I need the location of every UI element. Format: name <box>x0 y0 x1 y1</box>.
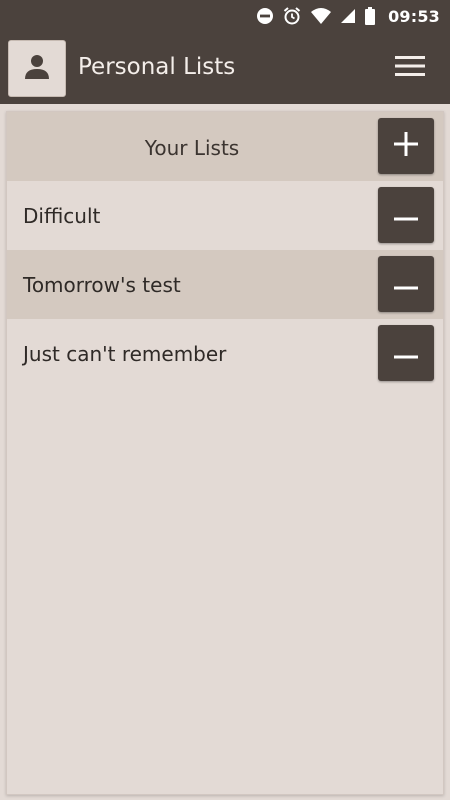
status-time: 09:53 <box>388 6 440 26</box>
list-item-label: Just can't remember <box>23 342 227 366</box>
list-item-label: Tomorrow's test <box>23 273 181 297</box>
remove-list-button[interactable] <box>378 325 434 381</box>
list-item[interactable]: Just can't remember <box>7 319 443 388</box>
app-bar: Personal Lists <box>0 32 450 104</box>
hamburger-menu-icon <box>395 55 425 81</box>
lists-panel: Your Lists Difficult Tomorrow's test Jus… <box>6 111 444 795</box>
status-bar: 09:53 <box>0 0 450 32</box>
remove-list-button[interactable] <box>378 256 434 312</box>
profile-button[interactable] <box>8 40 66 97</box>
lists-header: Your Lists <box>7 112 443 181</box>
do-not-disturb-icon <box>256 7 274 25</box>
plus-icon <box>394 132 418 160</box>
signal-icon <box>340 8 356 24</box>
minus-icon <box>394 275 418 294</box>
battery-icon <box>364 7 376 25</box>
remove-list-button[interactable] <box>378 187 434 243</box>
list-item-label: Difficult <box>23 204 101 228</box>
list-item[interactable]: Difficult <box>7 181 443 250</box>
person-icon <box>22 52 52 86</box>
wifi-icon <box>310 7 332 25</box>
alarm-icon <box>282 6 302 26</box>
minus-icon <box>394 206 418 225</box>
add-list-button[interactable] <box>378 118 434 174</box>
list-item[interactable]: Tomorrow's test <box>7 250 443 319</box>
menu-button[interactable] <box>389 51 431 85</box>
lists-title: Your Lists <box>144 136 240 160</box>
minus-icon <box>394 344 418 363</box>
page-title: Personal Lists <box>78 54 236 80</box>
